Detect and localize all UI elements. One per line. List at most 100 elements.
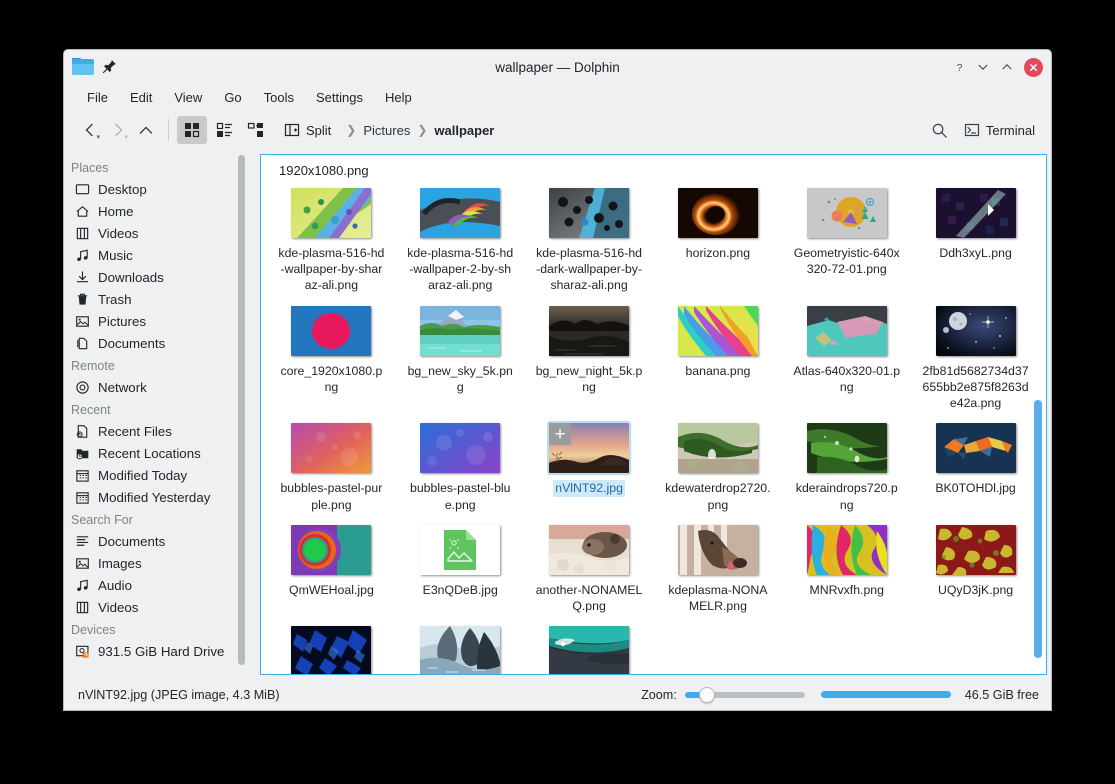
- sidebar-item-desktop[interactable]: Desktop: [64, 178, 250, 200]
- file-item[interactable]: 2fb81d5682734d37655bb2e875f8263de42a.png: [911, 300, 1040, 418]
- file-item[interactable]: kderaindrops720.png: [782, 417, 911, 518]
- file-view-scrollbar[interactable]: [1034, 400, 1042, 658]
- file-item[interactable]: kde-plasma-516-hd-wallpaper-2-by-sharaz-…: [396, 182, 525, 300]
- file-thumbnail[interactable]: [420, 626, 500, 674]
- breadcrumb-pictures[interactable]: Pictures: [363, 123, 410, 138]
- places-sidebar[interactable]: Places Desktop Home Videos Music Downloa…: [64, 150, 250, 679]
- file-thumbnail[interactable]: [549, 525, 629, 575]
- select-plus-icon[interactable]: +: [549, 423, 571, 445]
- file-thumbnail[interactable]: [936, 306, 1016, 356]
- pin-icon[interactable]: [102, 59, 118, 75]
- sidebar-item-network[interactable]: Network: [64, 376, 250, 398]
- sidebar-item-recent-locations[interactable]: Recent Locations: [64, 442, 250, 464]
- sidebar-scrollbar[interactable]: [238, 155, 245, 665]
- file-item[interactable]: [267, 620, 396, 674]
- file-thumbnail[interactable]: [420, 423, 500, 473]
- breadcrumb-wallpaper[interactable]: wallpaper: [434, 123, 494, 138]
- file-thumbnail[interactable]: [291, 423, 371, 473]
- menu-file[interactable]: File: [76, 87, 119, 108]
- terminal-button[interactable]: Terminal: [958, 118, 1041, 142]
- file-item[interactable]: kdeplasma-NONAMELR.png: [653, 519, 782, 620]
- close-icon[interactable]: [1024, 58, 1043, 77]
- file-thumbnail[interactable]: [807, 423, 887, 473]
- file-thumbnail[interactable]: [291, 188, 371, 238]
- sidebar-item-videos[interactable]: Videos: [64, 222, 250, 244]
- file-thumbnail[interactable]: [807, 188, 887, 238]
- sidebar-item-modified-today[interactable]: Modified Today: [64, 464, 250, 486]
- file-thumbnail[interactable]: [807, 306, 887, 356]
- file-item[interactable]: bubbles-pastel-purple.png: [267, 417, 396, 518]
- file-thumbnail[interactable]: [936, 525, 1016, 575]
- help-button[interactable]: ?: [948, 56, 970, 78]
- file-view[interactable]: 1920x1080.png kde-plasma-516-hd-wallpape…: [260, 154, 1047, 675]
- sidebar-item-trash[interactable]: Trash: [64, 288, 250, 310]
- file-thumbnail[interactable]: [420, 525, 500, 575]
- file-thumbnail[interactable]: [678, 423, 758, 473]
- file-item[interactable]: UQyD3jK.png: [911, 519, 1040, 620]
- file-item[interactable]: QmWEHoal.jpg: [267, 519, 396, 620]
- file-item[interactable]: BK0TOHDl.jpg: [911, 417, 1040, 518]
- file-item[interactable]: [396, 620, 525, 674]
- file-thumbnail[interactable]: [936, 423, 1016, 473]
- file-item[interactable]: another-NONAMELQ.png: [525, 519, 654, 620]
- file-item[interactable]: kde-plasma-516-hd-dark-wallpaper-by-shar…: [525, 182, 654, 300]
- menu-settings[interactable]: Settings: [305, 87, 374, 108]
- file-item[interactable]: core_1920x1080.png: [267, 300, 396, 418]
- file-item[interactable]: bg_new_night_5k.png: [525, 300, 654, 418]
- file-grid-scroller[interactable]: 1920x1080.png kde-plasma-516-hd-wallpape…: [261, 155, 1046, 674]
- sidebar-item-search-images[interactable]: Images: [64, 552, 250, 574]
- file-item[interactable]: MNRvxfh.png: [782, 519, 911, 620]
- view-compact-button[interactable]: [209, 116, 239, 144]
- file-item[interactable]: bg_new_sky_5k.png: [396, 300, 525, 418]
- file-thumbnail[interactable]: [549, 306, 629, 356]
- sidebar-item-pictures[interactable]: Pictures: [64, 310, 250, 332]
- minimize-icon[interactable]: [972, 56, 994, 78]
- maximize-icon[interactable]: [996, 56, 1018, 78]
- file-thumbnail[interactable]: [807, 525, 887, 575]
- file-item[interactable]: E3nQDeB.jpg: [396, 519, 525, 620]
- sidebar-item-modified-yesterday[interactable]: Modified Yesterday: [64, 486, 250, 508]
- file-thumbnail[interactable]: [678, 525, 758, 575]
- file-thumbnail[interactable]: [291, 525, 371, 575]
- menu-edit[interactable]: Edit: [119, 87, 163, 108]
- view-details-button[interactable]: [241, 116, 271, 144]
- file-thumbnail[interactable]: +: [549, 423, 629, 473]
- file-item[interactable]: horizon.png: [653, 182, 782, 300]
- zoom-slider-handle[interactable]: [699, 687, 715, 703]
- file-item[interactable]: kde-plasma-516-hd-wallpaper-by-sharaz-al…: [267, 182, 396, 300]
- sidebar-item-music[interactable]: Music: [64, 244, 250, 266]
- sidebar-item-documents[interactable]: Documents: [64, 332, 250, 354]
- sidebar-item-downloads[interactable]: Downloads: [64, 266, 250, 288]
- file-item[interactable]: banana.png: [653, 300, 782, 418]
- file-thumbnail[interactable]: [291, 626, 371, 674]
- menu-go[interactable]: Go: [213, 87, 252, 108]
- file-thumbnail[interactable]: [678, 306, 758, 356]
- menu-view[interactable]: View: [163, 87, 213, 108]
- file-item[interactable]: [525, 620, 654, 674]
- up-icon[interactable]: [132, 116, 160, 144]
- file-thumbnail[interactable]: [936, 188, 1016, 238]
- sidebar-item-recent-files[interactable]: Recent Files: [64, 420, 250, 442]
- sidebar-item-search-documents[interactable]: Documents: [64, 530, 250, 552]
- menu-tools[interactable]: Tools: [253, 87, 305, 108]
- file-thumbnail[interactable]: [549, 188, 629, 238]
- file-thumbnail[interactable]: [549, 626, 629, 674]
- sidebar-item-home[interactable]: Home: [64, 200, 250, 222]
- zoom-slider[interactable]: [685, 692, 805, 698]
- file-item[interactable]: bubbles-pastel-blue.png: [396, 417, 525, 518]
- file-item[interactable]: kdewaterdrop2720.png: [653, 417, 782, 518]
- file-thumbnail[interactable]: [678, 188, 758, 238]
- menu-help[interactable]: Help: [374, 87, 423, 108]
- split-button[interactable]: Split: [277, 118, 338, 142]
- sidebar-item-search-videos[interactable]: Videos: [64, 596, 250, 618]
- back-icon[interactable]: ▾: [76, 116, 104, 144]
- file-thumbnail[interactable]: [291, 306, 371, 356]
- file-thumbnail[interactable]: [420, 188, 500, 238]
- forward-icon[interactable]: ▾: [104, 116, 132, 144]
- file-item[interactable]: Geometryistic-640x320-72-01.png: [782, 182, 911, 300]
- file-item[interactable]: Atlas-640x320-01.png: [782, 300, 911, 418]
- search-icon[interactable]: [926, 116, 954, 144]
- view-icons-button[interactable]: [177, 116, 207, 144]
- file-item[interactable]: Ddh3xyL.png: [911, 182, 1040, 300]
- sidebar-item-hard-drive[interactable]: 931.5 GiB Hard Drive: [64, 640, 250, 662]
